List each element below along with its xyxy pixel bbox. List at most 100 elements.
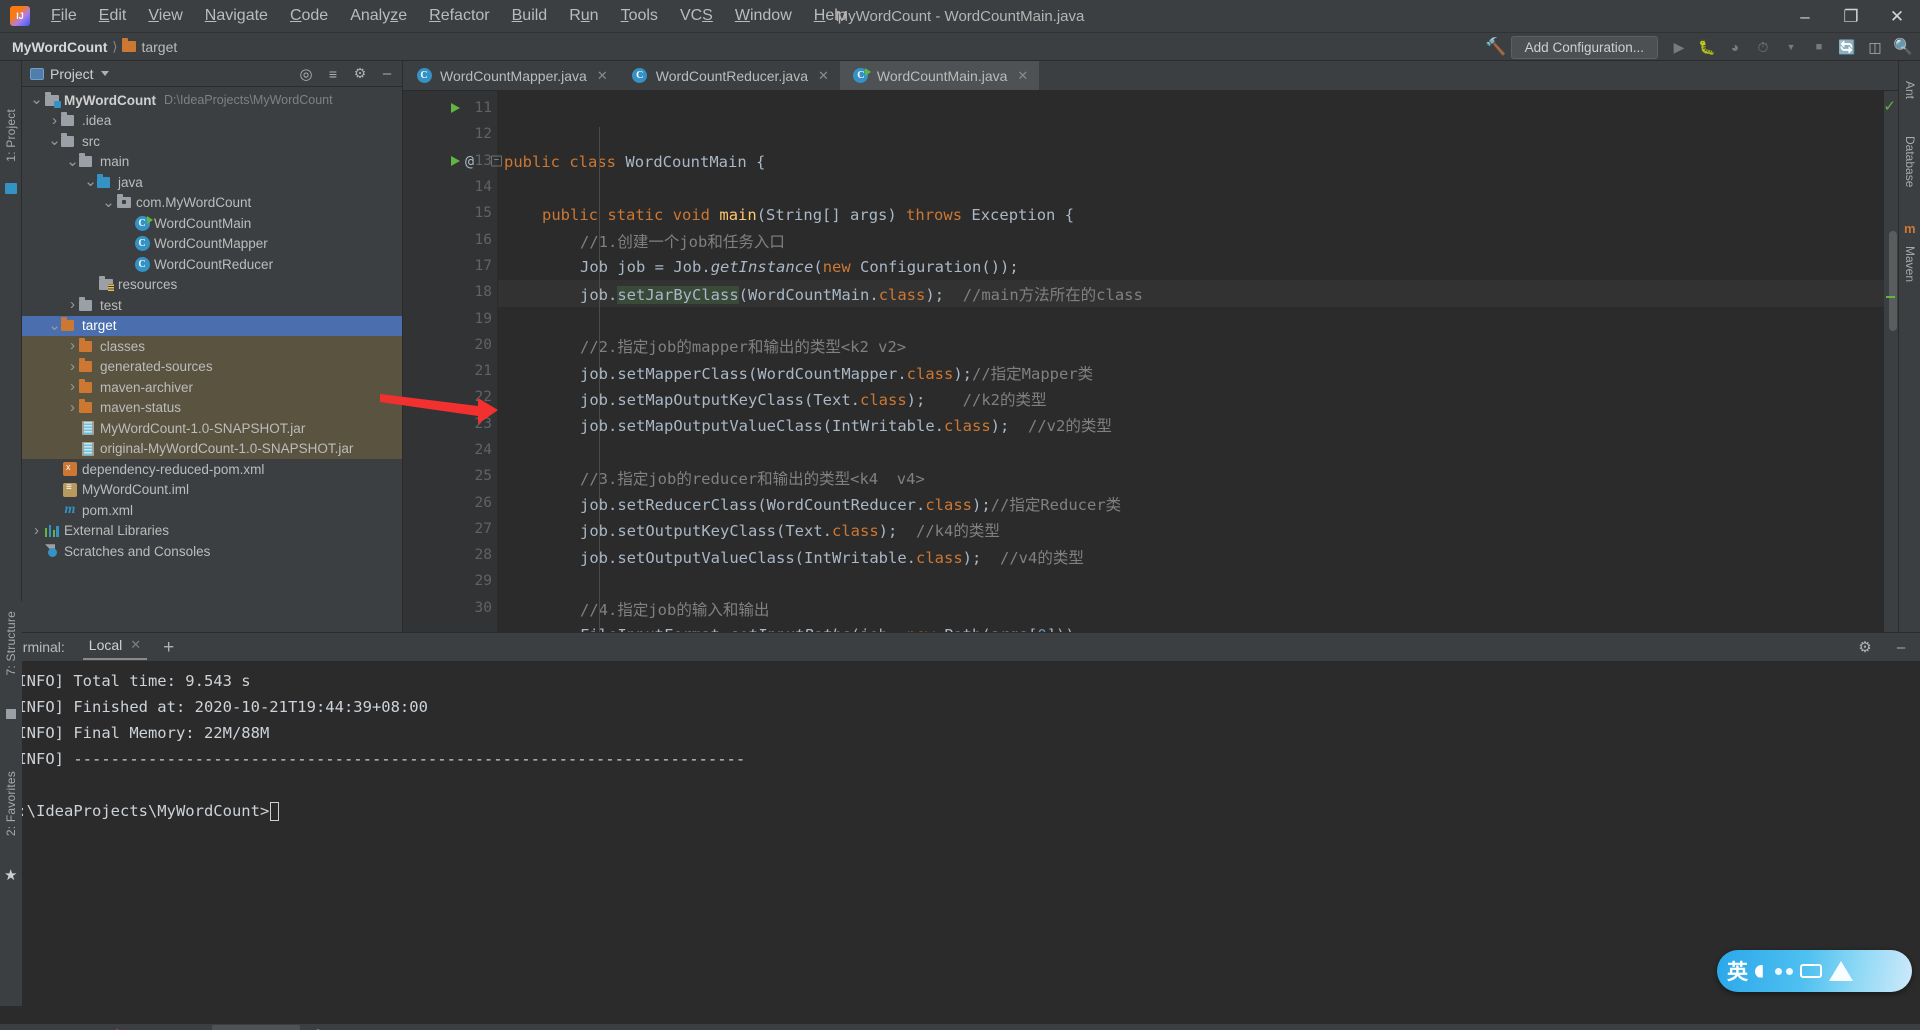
- gutter-line-24[interactable]: 24: [403, 437, 498, 463]
- gutter-line-30[interactable]: 30: [403, 595, 498, 621]
- inspection-status-icon[interactable]: ✓: [1883, 97, 1896, 115]
- gutter-line-12[interactable]: 12: [403, 121, 498, 147]
- tree-node-java[interactable]: ⌄ java: [22, 172, 402, 193]
- project-tree[interactable]: ⌄ MyWordCount D:\IdeaProjects\MyWordCount ›…: [22, 87, 402, 632]
- gutter-line-20[interactable]: 20: [403, 332, 498, 358]
- gutter-line-26[interactable]: 26: [403, 489, 498, 515]
- run-profiler-icon[interactable]: ⏱: [1750, 35, 1776, 59]
- menu-item-analyze[interactable]: Analyze: [339, 3, 418, 29]
- close-icon[interactable]: ✕: [130, 637, 141, 653]
- bottom-window-build[interactable]: 🔨 Build: [302, 1025, 370, 1030]
- gutter-line-13[interactable]: 13 @ −: [403, 148, 502, 174]
- tree-node-idea[interactable]: › .idea: [22, 111, 402, 132]
- chevron-down-icon[interactable]: ⌄: [84, 174, 97, 189]
- tree-node-resources[interactable]: resources: [22, 275, 402, 296]
- gutter-line-17[interactable]: 17: [403, 253, 498, 279]
- tree-node-classes[interactable]: › classes: [22, 336, 402, 357]
- gear-icon[interactable]: ⚙: [1852, 635, 1878, 659]
- chevron-down-icon[interactable]: ⌄: [102, 195, 115, 210]
- tree-node-main[interactable]: ⌄ main: [22, 152, 402, 173]
- chevron-right-icon[interactable]: ›: [66, 398, 79, 418]
- menu-item-vcs[interactable]: VCS: [669, 3, 724, 29]
- menu-item-navigate[interactable]: Navigate: [194, 3, 279, 29]
- menu-item-tools[interactable]: Tools: [610, 3, 669, 29]
- code-line-17[interactable]: [498, 307, 1884, 333]
- sidebar-tab-maven[interactable]: Maven: [1903, 246, 1917, 282]
- bottom-window-terminal[interactable]: ≻_ Terminal: [211, 1025, 300, 1030]
- editor-scrollbar-thumb[interactable]: [1889, 231, 1897, 331]
- chevron-down-icon[interactable]: ▼: [1778, 35, 1804, 59]
- tree-node-dependency-reduced-pom-xml[interactable]: dependency-reduced-pom.xml: [22, 459, 402, 480]
- tree-node-wordcountmain[interactable]: C WordCountMain: [22, 213, 402, 234]
- tree-node-target[interactable]: ⌄ target: [22, 315, 402, 336]
- gutter-line-23[interactable]: 23: [403, 411, 498, 437]
- gutter-line-29[interactable]: 29: [403, 568, 498, 594]
- hide-icon[interactable]: –: [1888, 635, 1914, 659]
- marker-stripe[interactable]: [1886, 296, 1895, 298]
- code-line-29[interactable]: FileInputFormat.setInputPaths(job, new P…: [498, 622, 1884, 632]
- chevron-right-icon[interactable]: ›: [66, 357, 79, 377]
- bottom-window-problems[interactable]: ❗ 6: Problems: [101, 1025, 209, 1030]
- add-configuration-button[interactable]: Add Configuration...: [1510, 35, 1658, 59]
- chevron-down-icon[interactable]: ⌄: [48, 133, 61, 148]
- fan-icon[interactable]: [1829, 961, 1853, 981]
- tree-node-wordcountmapper[interactable]: C WordCountMapper: [22, 234, 402, 255]
- stop-icon[interactable]: ■: [1806, 35, 1832, 59]
- gutter-line-27[interactable]: 27: [403, 516, 498, 542]
- gutter-line-15[interactable]: 15: [403, 200, 498, 226]
- tree-node-original-mywordcount-1-0-snapshot-jar[interactable]: original-MyWordCount-1.0-SNAPSHOT.jar: [22, 438, 402, 459]
- run-coverage-icon[interactable]: ◕: [1722, 35, 1748, 59]
- sidebar-tab-project[interactable]: 1: Project: [4, 109, 18, 162]
- code-line-18[interactable]: //2.指定job的mapper和输出的类型<k2 v2>: [498, 333, 1884, 359]
- tree-node-mywordcount[interactable]: ⌄ MyWordCount D:\IdeaProjects\MyWordCount: [22, 90, 402, 111]
- gutter-line-19[interactable]: 19: [403, 305, 498, 331]
- editor-gutter[interactable]: 11 12 13 @ − 14 15 16 17 18 19 20 21 22 23 24 25 26 27 28 29…: [403, 91, 502, 632]
- sidebar-tab-ant[interactable]: Ant: [1903, 81, 1917, 99]
- chevron-right-icon[interactable]: ›: [48, 111, 61, 131]
- menu-item-edit[interactable]: Edit: [88, 3, 138, 29]
- menu-item-view[interactable]: View: [137, 3, 193, 29]
- code-text[interactable]: public class WordCountMain { public stat…: [498, 91, 1884, 632]
- menu-item-help[interactable]: Help: [803, 3, 858, 29]
- chevron-down-icon[interactable]: ⌄: [30, 92, 43, 107]
- hide-icon[interactable]: –: [374, 62, 400, 86]
- tree-node-mywordcount-iml[interactable]: MyWordCount.iml: [22, 480, 402, 501]
- chevron-right-icon[interactable]: ›: [66, 295, 79, 315]
- code-line-26[interactable]: job.setOutputValueClass(IntWritable.clas…: [498, 543, 1884, 569]
- code-line-13[interactable]: public static void main(String[] args) t…: [498, 202, 1884, 228]
- code-line-14[interactable]: //1.创建一个job和任务入口: [498, 228, 1884, 254]
- tree-node-maven-status[interactable]: › maven-status: [22, 397, 402, 418]
- editor-tab-wordcountmain[interactable]: C WordCountMain.java ✕: [839, 61, 1040, 90]
- gutter-line-28[interactable]: 28: [403, 542, 498, 568]
- minimize-button[interactable]: –: [1782, 0, 1828, 33]
- tree-node-maven-archiver[interactable]: › maven-archiver: [22, 377, 402, 398]
- keyboard-icon[interactable]: [1800, 964, 1822, 978]
- tree-node-pom-xml[interactable]: m pom.xml: [22, 500, 402, 521]
- run-gutter-icon[interactable]: [451, 155, 460, 166]
- run-gutter-icon[interactable]: [451, 103, 460, 114]
- terminal-tab-local[interactable]: Local ✕: [82, 634, 148, 660]
- code-line-25[interactable]: job.setOutputKeyClass(Text.class); //k4的…: [498, 517, 1884, 543]
- code-line-24[interactable]: job.setReducerClass(WordCountReducer.cla…: [498, 491, 1884, 517]
- chevron-down-icon[interactable]: ⌄: [66, 154, 79, 169]
- gutter-line-18[interactable]: 18: [403, 279, 498, 305]
- chevron-down-icon[interactable]: ⌄: [48, 318, 61, 333]
- code-line-15[interactable]: Job job = Job.getInstance(new Configurat…: [498, 254, 1884, 280]
- code-line-27[interactable]: [498, 570, 1884, 596]
- editor-marker-strip[interactable]: ✓: [1883, 91, 1898, 632]
- code-viewport[interactable]: 11 12 13 @ − 14 15 16 17 18 19 20 21 22 23 24 25 26 27 28 29…: [403, 91, 1898, 632]
- code-line-21[interactable]: job.setMapOutputValueClass(IntWritable.c…: [498, 412, 1884, 438]
- code-line-11[interactable]: public class WordCountMain {: [498, 149, 1884, 175]
- breadcrumb-target[interactable]: target: [122, 38, 177, 55]
- crescent-icon[interactable]: [1755, 964, 1763, 978]
- terminal-output[interactable]: [INFO] Total time: 9.543 s [INFO] Finishe…: [0, 662, 1920, 1023]
- tree-node-scratches-and-consoles[interactable]: Scratches and Consoles: [22, 541, 402, 562]
- search-icon[interactable]: 🔍: [1890, 35, 1916, 59]
- tree-node-generated-sources[interactable]: › generated-sources: [22, 356, 402, 377]
- sidebar-tab-structure[interactable]: 7: Structure: [4, 611, 18, 675]
- chevron-right-icon[interactable]: ›: [66, 336, 79, 356]
- tree-node-test[interactable]: › test: [22, 295, 402, 316]
- gutter-line-21[interactable]: 21: [403, 358, 498, 384]
- code-line-28[interactable]: //4.指定job的输入和输出: [498, 596, 1884, 622]
- hammer-build-icon[interactable]: 🔨: [1483, 35, 1509, 59]
